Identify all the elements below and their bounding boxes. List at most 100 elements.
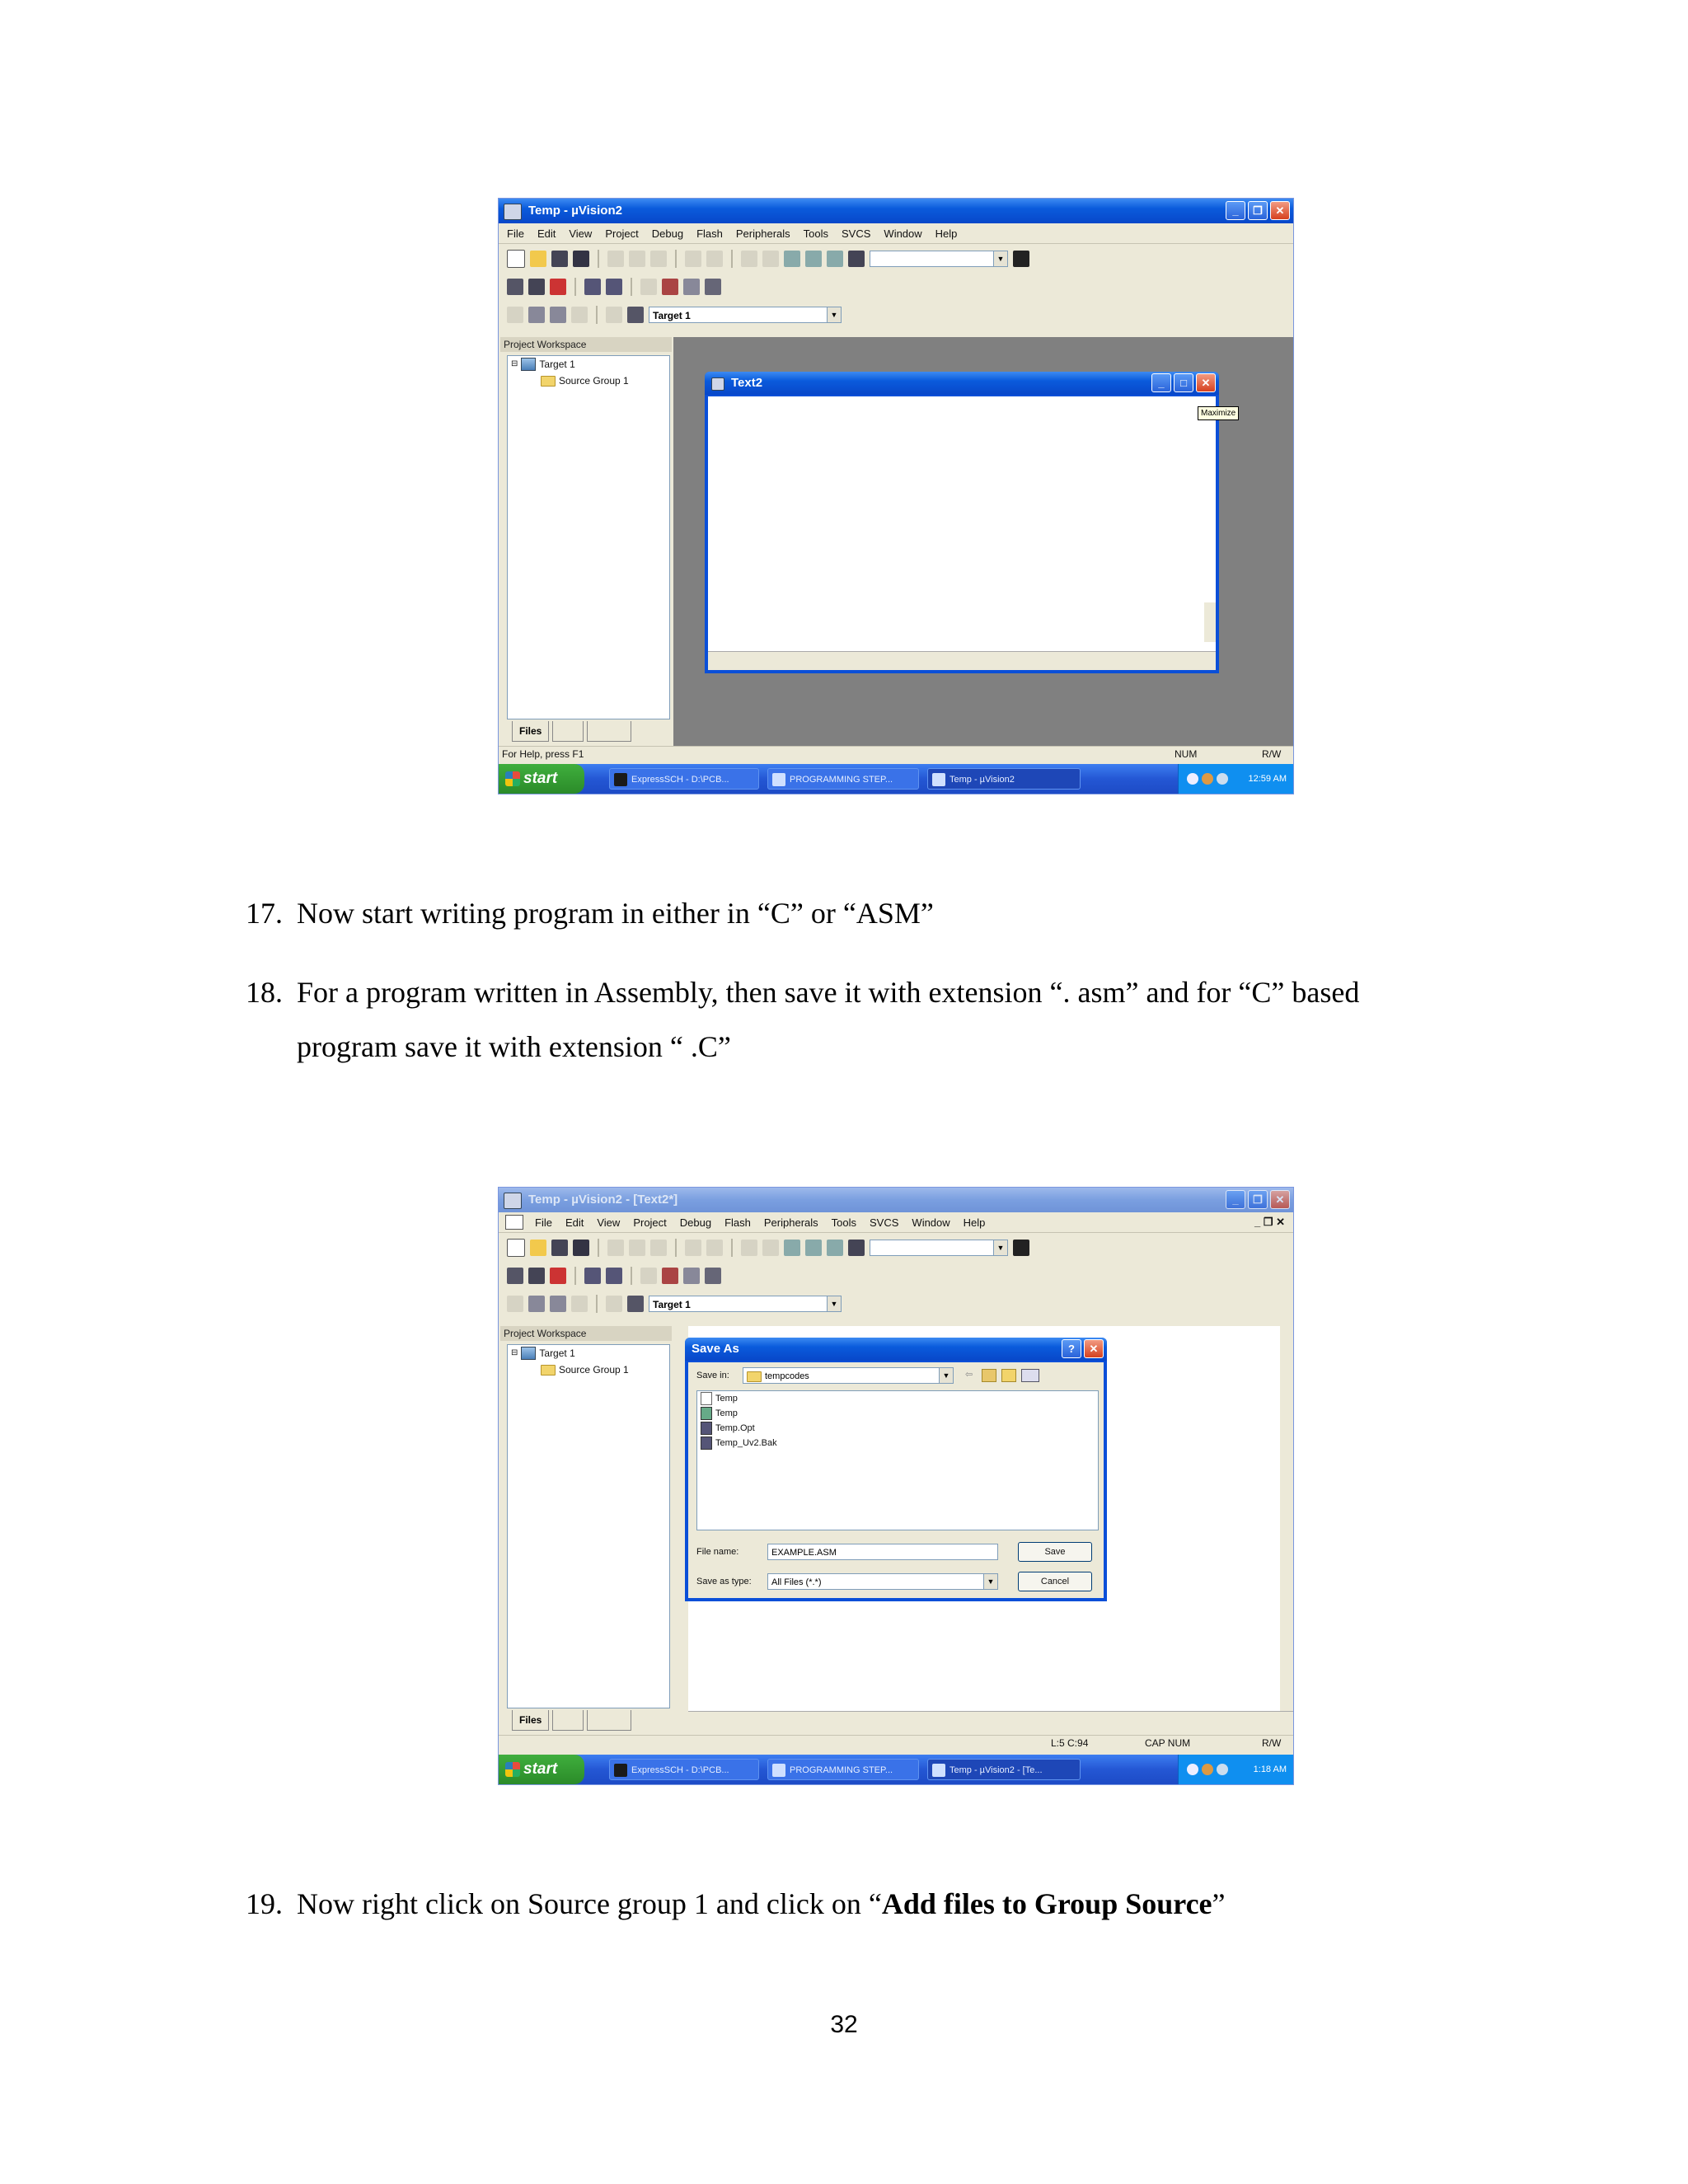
registers-icon[interactable] [705,279,721,295]
file-item[interactable]: Temp [697,1391,1098,1406]
taskbar-item-temp[interactable]: Temp - µVision2 [927,768,1081,790]
bookmark-prev-icon[interactable] [827,251,843,267]
filename-input[interactable]: EXAMPLE.ASM [767,1544,998,1560]
dialog-close-button[interactable]: ✕ [1084,1339,1104,1358]
window-icon[interactable] [584,279,601,295]
tree-source-group[interactable]: Source Group 1 [508,1361,669,1378]
menu-debug[interactable]: Debug [650,227,685,240]
find-combo[interactable]: ▼ [870,251,1008,267]
taskbar-item-express[interactable]: ExpressSCH - D:\PCB... [609,1759,759,1780]
doc-menu-icon[interactable] [505,1215,523,1230]
editor-close-button[interactable]: ✕ [1196,373,1216,392]
target-combo[interactable]: Target 1 ▼ [649,307,842,323]
target-combo[interactable]: Target 1 ▼ [649,1296,842,1312]
editor-maximize-button[interactable]: □ [1174,373,1193,392]
cut-icon[interactable] [607,1240,624,1256]
rebuild-icon[interactable] [550,307,566,323]
bookmark-next-icon[interactable] [805,251,822,267]
tab-files[interactable]: Files [512,721,550,742]
menu-edit[interactable]: Edit [564,1216,585,1229]
menu-help[interactable]: Help [934,227,959,240]
compile-icon[interactable] [507,1296,523,1312]
find-combo[interactable]: ▼ [870,1240,1008,1256]
minimize-button[interactable]: _ [1226,201,1245,220]
bookmark-prev-icon[interactable] [827,1240,843,1256]
download-icon[interactable] [606,307,622,323]
editor-text-area[interactable] [708,396,1216,670]
download-icon[interactable] [606,1296,622,1312]
type-combo[interactable]: All Files (*.*) ▼ [767,1573,998,1590]
zoom-icon[interactable] [550,1268,566,1284]
memory-icon[interactable] [683,279,700,295]
menu-file[interactable]: File [533,1216,554,1229]
tab-regs[interactable] [552,721,584,742]
redo-icon[interactable] [706,1240,723,1256]
undo-icon[interactable] [685,1240,701,1256]
menu-file[interactable]: File [505,227,526,240]
horizontal-scrollbar[interactable] [708,651,1216,670]
breakpoint-icon[interactable] [662,279,678,295]
memory-icon[interactable] [683,1268,700,1284]
minimize-button[interactable]: _ [1226,1190,1245,1209]
window2-icon[interactable] [606,279,622,295]
tab-regs[interactable] [552,1710,584,1731]
file-item[interactable]: Temp.Opt [697,1421,1098,1436]
binoculars-icon[interactable] [1013,1240,1029,1256]
menu-debug[interactable]: Debug [678,1216,713,1229]
cancel-button[interactable]: Cancel [1018,1572,1092,1591]
up-folder-icon[interactable] [982,1369,996,1382]
paste-icon[interactable] [650,251,667,267]
taskbar-item-programming[interactable]: PROGRAMMING STEP... [767,1759,919,1780]
breakpoint-icon[interactable] [662,1268,678,1284]
build-icon[interactable] [528,1296,545,1312]
taskbar-item-express[interactable]: ExpressSCH - D:\PCB... [609,768,759,790]
copy-icon[interactable] [629,251,645,267]
open-folder-icon[interactable] [530,251,546,267]
tree-target[interactable]: ⊟ Target 1 [508,356,669,373]
menu-edit[interactable]: Edit [536,227,557,240]
file-item[interactable]: Temp_Uv2.Bak [697,1436,1098,1451]
taskbar-item-temp[interactable]: Temp - µVision2 - [Te... [927,1759,1081,1780]
bookmark-icon[interactable] [784,251,800,267]
window-icon[interactable] [584,1268,601,1284]
open-folder-icon[interactable] [530,1240,546,1256]
project-icon[interactable] [507,1268,523,1284]
start-button[interactable]: start [499,1755,584,1784]
stop-build-icon[interactable] [571,1296,588,1312]
tab-books[interactable] [587,721,632,742]
menu-help[interactable]: Help [962,1216,987,1229]
menu-window[interactable]: Window [910,1216,951,1229]
stop-build-icon[interactable] [571,307,588,323]
print-icon[interactable] [528,279,545,295]
run-icon[interactable] [640,1268,657,1284]
options-icon[interactable] [627,1296,644,1312]
print-icon[interactable] [528,1268,545,1284]
paste-icon[interactable] [650,1240,667,1256]
menu-svcs[interactable]: SVCS [840,227,872,240]
find-icon[interactable] [848,251,865,267]
tab-files[interactable]: Files [512,1710,550,1731]
restore-button[interactable]: ❐ [1248,201,1268,220]
restore-button[interactable]: ❐ [1248,1190,1268,1209]
outdent-icon[interactable] [762,1240,779,1256]
menu-view[interactable]: View [595,1216,621,1229]
close-button[interactable]: ✕ [1270,1190,1290,1209]
undo-icon[interactable] [685,251,701,267]
zoom-icon[interactable] [550,279,566,295]
tree-source-group[interactable]: Source Group 1 [508,373,669,389]
options-icon[interactable] [627,307,644,323]
back-icon[interactable]: ⇦ [965,1369,973,1380]
rebuild-icon[interactable] [550,1296,566,1312]
menu-project[interactable]: Project [631,1216,668,1229]
save-button[interactable]: Save [1018,1542,1092,1562]
help-button[interactable]: ? [1062,1339,1081,1358]
copy-icon[interactable] [629,1240,645,1256]
taskbar-item-programming[interactable]: PROGRAMMING STEP... [767,768,919,790]
bookmark-icon[interactable] [784,1240,800,1256]
binoculars-icon[interactable] [1013,251,1029,267]
save-icon[interactable] [551,251,568,267]
new-file-icon[interactable] [507,1239,525,1257]
vertical-scrollbar[interactable] [1280,1326,1293,1712]
cut-icon[interactable] [607,251,624,267]
menu-flash[interactable]: Flash [723,1216,753,1229]
